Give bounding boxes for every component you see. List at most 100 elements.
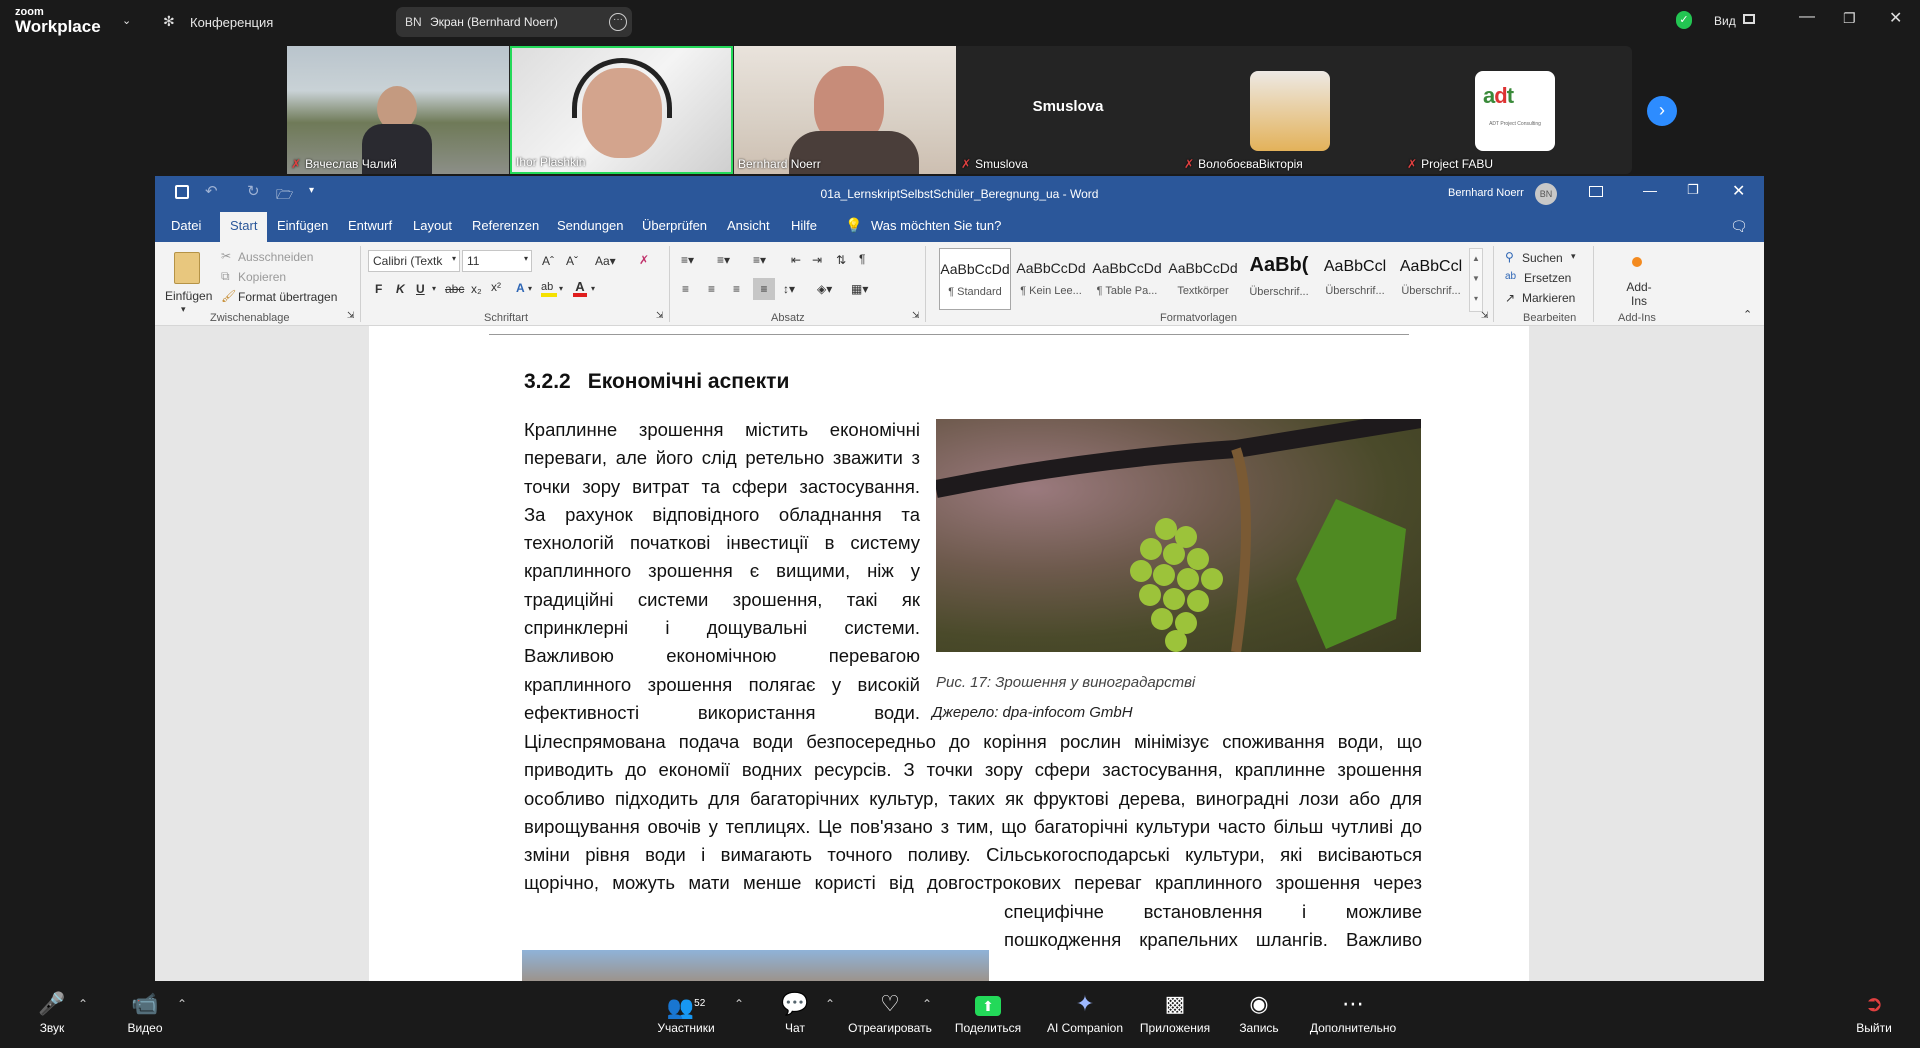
shield-check-icon[interactable]: ✓	[1676, 11, 1692, 29]
shrink-font-icon[interactable]: Aˇ	[566, 254, 578, 268]
more-button[interactable]: ⋯ Дополнительно	[1306, 991, 1400, 1035]
user-avatar[interactable]: BN	[1535, 183, 1557, 205]
style-heading-3[interactable]: AaBbCcl Überschrif...	[1395, 248, 1467, 310]
text-effects-icon[interactable]: A	[516, 281, 525, 295]
tab-start[interactable]: Start	[220, 212, 268, 242]
tell-me-search[interactable]: Was möchten Sie tun?	[871, 218, 1001, 233]
restore-icon[interactable]: ❐	[1687, 182, 1699, 198]
chevron-down-icon[interactable]: ▾	[1571, 251, 1576, 262]
addins-icon[interactable]	[1632, 257, 1642, 267]
chevron-down-icon[interactable]: ▾	[528, 284, 532, 293]
font-color-icon[interactable]: A	[573, 279, 587, 297]
clear-formatting-icon[interactable]: ✗	[639, 253, 649, 267]
underline-icon[interactable]: U	[416, 282, 425, 296]
video-tile[interactable]: ✗ ВолобоєваВікторія	[1180, 46, 1402, 174]
tab-file[interactable]: Datei	[171, 218, 201, 233]
chevron-up-icon[interactable]: ⌃	[825, 997, 835, 1011]
find-button[interactable]: Suchen	[1522, 251, 1563, 265]
line-spacing-icon[interactable]: ↕▾	[783, 282, 795, 296]
align-left-icon[interactable]: ≡	[682, 282, 689, 296]
font-size-field[interactable]: 11 ▾	[462, 250, 532, 272]
meeting-info-icon[interactable]: ✻	[163, 13, 175, 30]
borders-icon[interactable]: ▦▾	[851, 282, 868, 296]
pilcrow-icon[interactable]: ¶	[859, 252, 865, 266]
tab-mailings[interactable]: Sendungen	[557, 218, 624, 233]
increase-indent-icon[interactable]: ⇥	[812, 253, 822, 267]
tab-references[interactable]: Referenzen	[472, 218, 539, 233]
style-standard[interactable]: AaBbCcDd ¶ Standard	[939, 248, 1011, 310]
copy-button[interactable]: Kopieren	[238, 270, 286, 284]
chevron-up-icon[interactable]: ⌃	[922, 997, 932, 1011]
style-no-spacing[interactable]: AaBbCcDd ¶ Kein Lee...	[1015, 248, 1087, 310]
chevron-up-icon[interactable]: ⌃	[78, 997, 88, 1011]
document-page[interactable]: 3.2.2 Економічні аспекти Краплинне зрошен…	[369, 326, 1529, 981]
superscript-icon[interactable]: x²	[491, 280, 501, 294]
meeting-label[interactable]: Конференция	[190, 15, 273, 30]
user-name[interactable]: Bernhard Noerr	[1448, 187, 1524, 199]
style-heading-1[interactable]: AaBb(Überschrif...	[1243, 248, 1315, 310]
chevron-down-icon[interactable]: ⌄	[122, 14, 131, 27]
video-tile[interactable]: Bernhard Noerr	[734, 46, 956, 174]
bullets-icon[interactable]: ≡▾	[681, 253, 694, 267]
replace-icon[interactable]: ab	[1505, 271, 1516, 282]
dialog-launcher-icon[interactable]: ⇲	[1481, 310, 1489, 321]
paste-icon[interactable]	[174, 252, 200, 284]
tab-help[interactable]: Hilfe	[791, 218, 817, 233]
participants-button[interactable]: 👥52 Участники	[654, 991, 718, 1035]
tab-layout[interactable]: Layout	[413, 218, 452, 233]
change-case-icon[interactable]: Aa▾	[595, 254, 616, 268]
chevron-up-icon[interactable]: ⌃	[177, 997, 187, 1011]
cut-icon[interactable]: ✂	[221, 249, 231, 263]
tractor-photo[interactable]	[522, 950, 989, 981]
copy-icon[interactable]: ⧉	[221, 269, 230, 284]
numbering-icon[interactable]: ≡▾	[717, 253, 730, 267]
style-heading-2[interactable]: AaBbCcl Überschrif...	[1319, 248, 1391, 310]
strikethrough-icon[interactable]: abc	[445, 282, 464, 296]
shading-icon[interactable]: ◈▾	[817, 282, 832, 296]
decrease-indent-icon[interactable]: ⇤	[791, 253, 801, 267]
tab-insert[interactable]: Einfügen	[277, 218, 328, 233]
share-button[interactable]: ⬆ Поделиться	[950, 991, 1026, 1035]
minimize-icon[interactable]: —	[1799, 8, 1815, 26]
chat-button[interactable]: 💬 Чат	[778, 991, 812, 1035]
justify-icon[interactable]: ≡	[753, 278, 775, 300]
document-canvas[interactable]: 3.2.2 Економічні аспекти Краплинне зрошен…	[155, 326, 1764, 981]
sort-icon[interactable]: ⇅	[836, 253, 846, 267]
highlight-icon[interactable]: ab	[541, 281, 557, 297]
dialog-launcher-icon[interactable]: ⇲	[912, 310, 920, 321]
chevron-up-icon[interactable]: ⌃	[734, 997, 744, 1011]
paste-button[interactable]: Einfügen	[165, 289, 212, 303]
react-button[interactable]: ♡ Отреагировать	[846, 991, 934, 1035]
addins-button[interactable]: Add-Ins	[1622, 280, 1656, 308]
font-name-field[interactable]: Calibri (Textk ▾	[368, 250, 460, 272]
align-right-icon[interactable]: ≡	[733, 282, 740, 296]
chevron-down-icon[interactable]: ▾	[181, 304, 186, 315]
vineyard-photo[interactable]	[936, 419, 1421, 652]
tab-design[interactable]: Entwurf	[348, 218, 392, 233]
dialog-launcher-icon[interactable]: ⇲	[656, 310, 664, 321]
align-center-icon[interactable]: ≡	[708, 282, 715, 296]
ai-companion-button[interactable]: ✦ AI Companion	[1044, 991, 1126, 1035]
chevron-right-icon[interactable]: ›	[1647, 96, 1677, 126]
tab-view[interactable]: Ansicht	[727, 218, 770, 233]
chevron-down-icon[interactable]: ▾	[432, 284, 436, 293]
select-icon[interactable]: ↗	[1505, 291, 1515, 305]
close-icon[interactable]: ✕	[1889, 8, 1902, 28]
record-button[interactable]: ◉ Запись	[1234, 991, 1284, 1035]
chevron-down-icon[interactable]: ▾	[559, 284, 563, 293]
chevron-down-icon[interactable]: ▾	[591, 284, 595, 293]
apps-button[interactable]: ▩ Приложения	[1138, 991, 1212, 1035]
subscript-icon[interactable]: x₂	[471, 282, 482, 296]
video-tile-active-speaker[interactable]: Ihor Plashkin	[510, 46, 733, 174]
collapse-ribbon-icon[interactable]: ⌃	[1743, 308, 1752, 321]
leave-button[interactable]: ➲ Выйти	[1854, 991, 1894, 1035]
comments-icon[interactable]: 🗨	[1730, 218, 1748, 235]
ribbon-display-icon[interactable]	[1589, 186, 1603, 197]
view-button[interactable]: Вид	[1714, 14, 1736, 28]
bold-icon[interactable]: F	[375, 282, 382, 296]
video-tile[interactable]: ✗ Вячеслав Чалий	[287, 46, 509, 174]
replace-button[interactable]: Ersetzen	[1524, 271, 1571, 285]
video-tile[interactable]: adt ADT Project Consulting ✗ Project FABU	[1403, 46, 1625, 174]
dialog-launcher-icon[interactable]: ⇲	[347, 310, 355, 321]
style-table-paragraph[interactable]: AaBbCcDd ¶ Table Pa...	[1091, 248, 1163, 310]
